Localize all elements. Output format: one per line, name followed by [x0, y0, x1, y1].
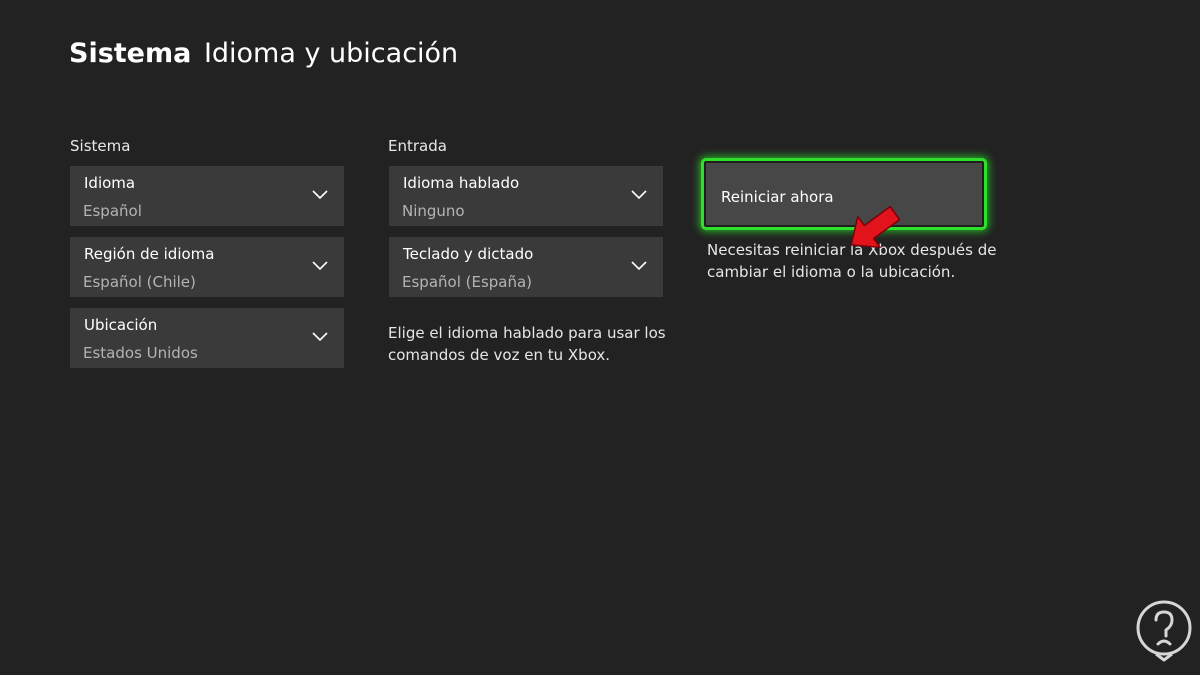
region-idioma-value: Español (Chile) [83, 273, 196, 291]
entrada-help-line-2: comandos de voz en tu Xbox. [388, 346, 611, 364]
sistema-section-label: Sistema [70, 137, 131, 155]
entrada-help-line-1: Elige el idioma hablado para usar los [388, 324, 666, 342]
chevron-down-icon [631, 261, 647, 271]
idioma-dropdown[interactable]: Idioma Español [70, 166, 344, 226]
chevron-down-icon [312, 190, 328, 200]
idioma-value: Español [83, 202, 142, 220]
region-idioma-dropdown[interactable]: Región de idioma Español (Chile) [70, 237, 344, 297]
teclado-dictado-dropdown[interactable]: Teclado y dictado Español (España) [389, 237, 663, 297]
ubicacion-title: Ubicación [84, 316, 158, 334]
title-section: Sistema [69, 38, 192, 69]
chevron-down-icon [631, 190, 647, 200]
idioma-hablado-title: Idioma hablado [403, 174, 520, 192]
idioma-hablado-value: Ninguno [402, 202, 465, 220]
teclado-dictado-title: Teclado y dictado [403, 245, 534, 263]
idioma-title: Idioma [84, 174, 136, 192]
idioma-hablado-dropdown[interactable]: Idioma hablado Ninguno [389, 166, 663, 226]
restart-note-line-2: cambiar el idioma o la ubicación. [707, 263, 956, 281]
teclado-dictado-value: Español (España) [402, 273, 533, 291]
page-title: Sistema Idioma y ubicación [69, 36, 458, 72]
xbox-settings-page: Sistema Idioma y ubicación Sistema Idiom… [0, 0, 1200, 675]
ubicacion-value: Estados Unidos [83, 344, 198, 362]
chevron-down-icon [312, 332, 328, 342]
region-idioma-title: Región de idioma [84, 245, 215, 263]
title-page: Idioma y ubicación [203, 38, 459, 69]
pointer-arrow-icon [850, 205, 901, 249]
entrada-section-label: Entrada [388, 137, 447, 155]
ubicacion-dropdown[interactable]: Ubicación Estados Unidos [70, 308, 344, 368]
chevron-down-icon [312, 261, 328, 271]
watermark-logo-icon [1136, 600, 1192, 662]
entrada-help-text: Elige el idioma hablado para usar los co… [388, 322, 666, 366]
reiniciar-ahora-label: Reiniciar ahora [721, 188, 834, 206]
